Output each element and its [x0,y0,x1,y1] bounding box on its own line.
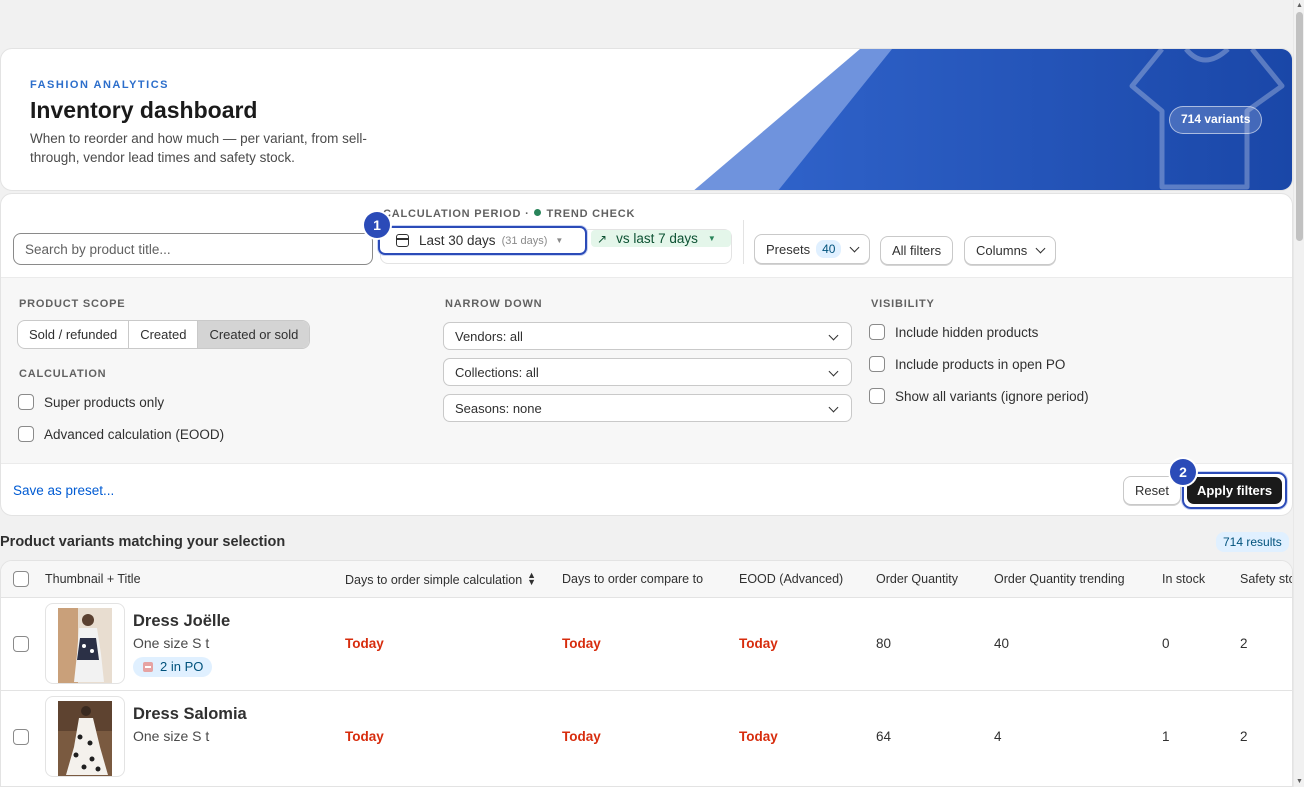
product-scope-segmented: Sold / refunded Created Created or sold [17,320,311,349]
in-stock-cell: 1 [1162,729,1170,744]
column-header-eood[interactable]: EOOD (Advanced) [739,572,843,586]
scope-option-created[interactable]: Created [129,321,199,348]
order-qty-trending-cell: 4 [994,729,1002,744]
page-scrollbar[interactable]: ▲ ▼ [1293,0,1304,787]
hero-description: When to reorder and how much — per varia… [30,131,367,165]
vendors-select[interactable]: Vendors: all [443,322,852,350]
chevron-down-icon [828,366,839,377]
filter-card: CALCULATION PERIOD · TREND CHECK Last 30… [0,193,1293,516]
column-header-title[interactable]: Thumbnail + Title [45,572,141,586]
column-header-order-qty-trending[interactable]: Order Quantity trending [994,572,1125,586]
chevron-down-icon [828,330,839,341]
trend-compare-button[interactable]: ↗ vs last 7 days ▼ [591,230,731,247]
chevron-down-icon [1035,243,1046,254]
narrow-down-label: NARROW DOWN [445,298,543,310]
days-compare-cell: Today [562,636,601,651]
calendar-icon [396,234,409,247]
page-title: Inventory dashboard [30,97,258,123]
column-header-order-qty[interactable]: Order Quantity [876,572,958,586]
table-row[interactable]: Dress Salomia One size S t Today Today T… [1,691,1292,786]
product-scope-label: PRODUCT SCOPE [19,298,126,310]
eood-cell: Today [739,729,778,744]
caret-down-icon: ▼ [707,234,716,243]
step-badge-2: 2 [1170,459,1196,485]
scope-option-created-or-sold[interactable]: Created or sold [198,321,310,348]
columns-button[interactable]: Columns [964,236,1057,265]
advanced-calculation-checkbox[interactable]: Advanced calculation (EOOD) [18,426,224,442]
eood-cell: Today [739,636,778,651]
table-header: Thumbnail + Title Days to order simple c… [1,561,1292,598]
include-hidden-checkbox[interactable]: Include hidden products [869,324,1038,340]
safety-stock-cell: 2 [1240,729,1248,744]
scroll-up-icon[interactable]: ▲ [1296,2,1303,9]
dress-photo-image [58,701,112,776]
trend-up-icon: ↗ [597,231,608,246]
step-badge-1: 1 [364,212,390,238]
checkbox-box[interactable] [18,426,34,442]
results-count-badge: 714 results [1216,532,1289,552]
visibility-label: VISIBILITY [871,298,935,310]
product-thumbnail [45,696,125,777]
sort-icon[interactable]: ▲ ▼ [527,571,536,587]
chevron-down-icon [849,242,860,252]
chevron-down-icon [828,402,839,413]
search-input[interactable] [13,233,373,265]
trend-dot-icon [533,209,541,216]
product-variant: One size S t [133,635,210,651]
in-stock-cell: 0 [1162,636,1170,651]
safety-stock-cell: 2 [1240,636,1248,651]
super-products-checkbox[interactable]: Super products only [18,394,164,410]
results-table: Thumbnail + Title Days to order simple c… [0,560,1293,787]
product-name[interactable]: Dress Joëlle [133,612,230,631]
scope-option-sold-refunded[interactable]: Sold / refunded [18,321,130,348]
days-simple-cell: Today [345,636,384,651]
hero-eyebrow: FASHION ANALYTICS [30,79,169,91]
show-all-variants-checkbox[interactable]: Show all variants (ignore period) [869,388,1089,404]
product-variant: One size S t [133,728,210,744]
variants-count-pill: 714 variants [1169,106,1263,134]
presets-button[interactable]: Presets 40 [754,234,871,264]
hero-banner: FASHION ANALYTICS Inventory dashboard Wh… [0,48,1293,191]
checkbox-box[interactable] [869,356,885,372]
column-header-safety-stock[interactable]: Safety sto [1240,572,1292,586]
purchase-order-icon [143,662,153,672]
period-selector-button[interactable]: Last 30 days (31 days) ▼ [378,226,587,255]
checkbox-box[interactable] [18,394,34,410]
days-simple-cell: Today [345,729,384,744]
include-open-po-checkbox[interactable]: Include products in open PO [869,356,1065,372]
column-header-in-stock[interactable]: In stock [1162,572,1205,586]
collections-select[interactable]: Collections: all [443,358,852,386]
po-badge: 2 in PO [133,657,213,677]
calculation-label: CALCULATION [19,368,107,380]
row-checkbox[interactable] [13,729,29,745]
days-compare-cell: Today [562,729,601,744]
select-all-checkbox[interactable] [13,571,29,587]
order-qty-cell: 80 [876,636,892,651]
calc-period-label: CALCULATION PERIOD · TREND CHECK [383,208,636,220]
checkbox-box[interactable] [869,324,885,340]
checkbox-box[interactable] [869,388,885,404]
scroll-down-icon[interactable]: ▼ [1296,778,1303,785]
presets-count-badge: 40 [816,240,842,258]
divider [743,220,744,264]
scrollbar-thumb[interactable] [1296,12,1303,241]
row-checkbox[interactable] [13,636,29,652]
table-row[interactable]: Dress Joëlle One size S t 2 in PO Today … [1,598,1292,691]
order-qty-trending-cell: 40 [994,636,1010,651]
product-name[interactable]: Dress Salomia [133,705,247,724]
seasons-select[interactable]: Seasons: none [443,394,852,422]
save-preset-link[interactable]: Save as preset... [13,483,114,498]
filters-panel: PRODUCT SCOPE Sold / refunded Created Cr… [1,277,1292,464]
order-qty-cell: 64 [876,729,892,744]
caret-down-icon: ▼ [555,236,564,245]
apply-filters-button[interactable]: Apply filters [1187,477,1282,504]
dress-photo-image [58,608,112,683]
column-header-days-simple[interactable]: Days to order simple calculation ▲ ▼ [345,571,536,588]
column-header-days-compare[interactable]: Days to order compare to [562,572,703,586]
product-thumbnail [45,603,125,684]
results-title: Product variants matching your selection [0,534,286,550]
all-filters-button[interactable]: All filters [880,236,954,265]
